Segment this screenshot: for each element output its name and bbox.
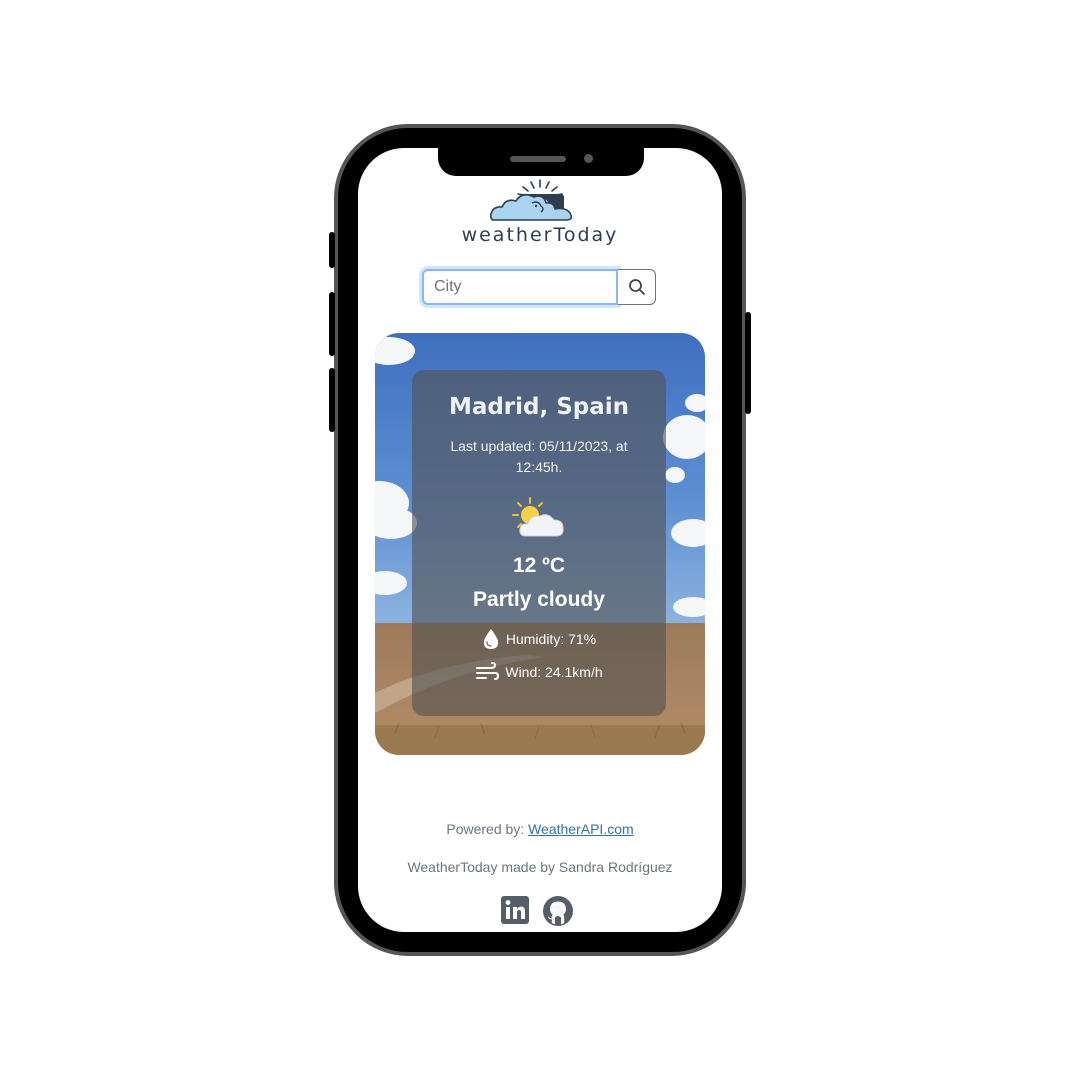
humidity-text: Humidity: 71% [505,631,597,647]
city-search-input[interactable] [422,269,618,305]
speaker-grille [510,156,566,162]
camera-dot [584,154,593,163]
weather-logo-icon [490,179,573,221]
search-button[interactable] [618,269,656,305]
weather-card: Madrid, Spain Last updated: 05/11/2023, … [375,333,705,755]
weather-info-panel: Madrid, Spain Last updated: 05/11/2023, … [412,370,666,716]
made-by-text: WeatherToday made by Sandra Rodríguez [407,859,673,875]
droplet-icon [483,629,498,649]
wind-text: Wind: 24.1km/h [505,664,603,680]
phone-notch [438,148,644,176]
powered-by-line: Powered by: WeatherAPI.com [358,821,722,837]
phone-volume-up-button [329,292,335,356]
phone-power-button [745,312,751,414]
brand-wordmark: weatherToday [461,224,619,246]
last-updated-text: Last updated: 05/11/2023, at 12:45h. [450,438,628,475]
condition-text: Partly cloudy [473,588,605,611]
linkedin-icon[interactable] [501,896,529,924]
sun-behind-cloud-icon [512,497,564,537]
powered-by-label: Powered by: [446,821,529,837]
humidity-row: Humidity: 71% [412,628,666,650]
wind-icon [476,662,500,680]
location-title: Madrid, Spain [448,394,630,420]
search-icon [628,279,645,295]
weatherapi-link[interactable]: WeatherAPI.com [528,821,634,837]
phone-volume-down-button [329,368,335,432]
github-icon[interactable] [543,896,573,926]
wind-row: Wind: 24.1km/h [412,662,666,682]
phone-screen: weatherToday City Madrid, Spain Last upd… [358,148,722,932]
phone-side-button [329,232,335,268]
social-links [501,896,573,926]
temperature-value: 12 ºC [512,554,566,577]
